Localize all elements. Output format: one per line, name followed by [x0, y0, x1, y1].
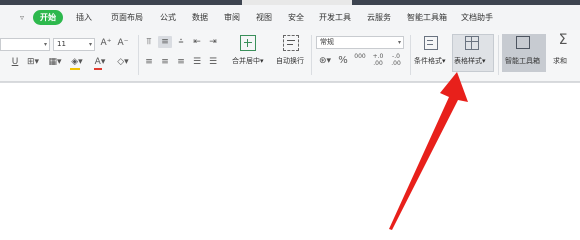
- indent-increase-icon[interactable]: ⇥: [207, 36, 219, 48]
- tab-insert[interactable]: 插入: [66, 5, 102, 30]
- fill-color-icon[interactable]: ◈▾: [68, 56, 86, 68]
- table-style-label: 表格样式▾: [454, 57, 486, 65]
- merge-center-icon[interactable]: [240, 35, 256, 51]
- tab-page-layout[interactable]: 页面布局: [102, 5, 152, 30]
- menu-bar: ▿ 开始 插入 页面布局 公式 数据 审阅 视图 安全 开发工具 云服务 智能工…: [0, 5, 580, 30]
- align-left-icon[interactable]: ≡: [143, 56, 155, 68]
- conditional-format-button[interactable]: 条件格式▾: [414, 56, 446, 66]
- table-style-text: 表格样式: [454, 57, 482, 65]
- tab-start-label: 开始: [33, 10, 63, 25]
- table-style-icon: [465, 36, 479, 50]
- indent-decrease-icon[interactable]: ⇤: [191, 36, 203, 48]
- conditional-format-icon[interactable]: [424, 36, 438, 50]
- chevron-down-icon: ▾: [88, 41, 92, 48]
- align-right-icon[interactable]: ≡: [175, 56, 187, 68]
- group-divider: [410, 35, 411, 75]
- chevron-down-icon: ▿: [19, 13, 24, 22]
- tab-security[interactable]: 安全: [280, 5, 312, 30]
- tab-doc-assistant[interactable]: 文档助手: [454, 5, 500, 30]
- chevron-down-icon: ▾: [397, 39, 401, 46]
- currency-icon[interactable]: ⊛▾: [316, 55, 334, 67]
- align-bottom-icon[interactable]: ⩮: [175, 36, 187, 48]
- tab-smart-toolbox[interactable]: 智能工具箱: [400, 5, 454, 30]
- fill-pattern-icon[interactable]: ▦▾: [46, 56, 64, 68]
- chevron-down-icon: ▾: [43, 41, 47, 48]
- tab-start[interactable]: 开始: [30, 5, 66, 30]
- group-divider: [138, 35, 139, 75]
- align-top-icon[interactable]: ⫪: [143, 36, 155, 48]
- sum-icon[interactable]: Σ: [556, 33, 570, 47]
- grow-font-icon[interactable]: A⁺: [99, 37, 113, 49]
- font-size-value: 11: [57, 40, 66, 48]
- border-icon[interactable]: ⊞▾: [24, 56, 42, 68]
- group-divider: [498, 35, 499, 75]
- toolbox-icon: [516, 36, 530, 49]
- number-format-combo[interactable]: 常规 ▾: [316, 36, 404, 49]
- tab-review[interactable]: 审阅: [216, 5, 248, 30]
- font-color-letter: A: [94, 57, 101, 67]
- tab-cloud-service[interactable]: 云服务: [358, 5, 400, 30]
- quick-access-dropdown[interactable]: ▿: [0, 5, 30, 30]
- shrink-font-icon[interactable]: A⁻: [116, 37, 130, 49]
- clear-format-icon[interactable]: ◇▾: [114, 56, 132, 68]
- wrap-text-button[interactable]: 自动换行: [276, 56, 304, 66]
- font-size-combo[interactable]: 11 ▾: [53, 38, 95, 51]
- tab-developer-tools[interactable]: 开发工具: [312, 5, 358, 30]
- font-color-swatch: [94, 68, 102, 70]
- percent-icon[interactable]: %: [338, 55, 348, 67]
- tab-formulas[interactable]: 公式: [152, 5, 184, 30]
- justify-icon[interactable]: ☰: [191, 56, 203, 68]
- fill-color-swatch: [70, 68, 80, 70]
- sum-button[interactable]: 求和: [553, 56, 567, 66]
- merge-center-button[interactable]: 合并居中▾: [232, 56, 264, 66]
- tab-view[interactable]: 视图: [248, 5, 280, 30]
- wrap-text-icon[interactable]: [283, 35, 299, 51]
- tab-data[interactable]: 数据: [184, 5, 216, 30]
- align-middle-icon[interactable]: ≡: [158, 36, 172, 48]
- ribbon-toolbar: ▾ 11 ▾ A⁺ A⁻ U ⊞▾ ▦▾ ◈▾ A▾ ◇▾ ⫪ ≡ ⩮ ⇤ ⇥ …: [0, 30, 580, 82]
- font-color-icon[interactable]: A▾: [92, 56, 108, 68]
- increase-decimal-icon[interactable]: +.0 .00: [371, 53, 385, 67]
- thousands-separator-icon[interactable]: 000: [353, 53, 367, 60]
- number-format-value: 常规: [320, 38, 334, 46]
- decrease-decimal-icon[interactable]: -.0 .00: [389, 53, 403, 67]
- formula-bar-edge: [0, 82, 580, 87]
- font-name-combo[interactable]: ▾: [0, 38, 50, 51]
- distributed-icon[interactable]: ☰: [207, 56, 219, 68]
- worksheet-area[interactable]: [0, 88, 580, 240]
- underline-icon[interactable]: U: [10, 56, 20, 68]
- group-divider: [311, 35, 312, 75]
- smart-toolbox-label: 智能工具箱: [505, 57, 540, 65]
- conditional-format-label: 条件格式: [414, 57, 442, 65]
- align-center-icon[interactable]: ≡: [158, 56, 172, 68]
- merge-center-label: 合并居中: [232, 57, 260, 65]
